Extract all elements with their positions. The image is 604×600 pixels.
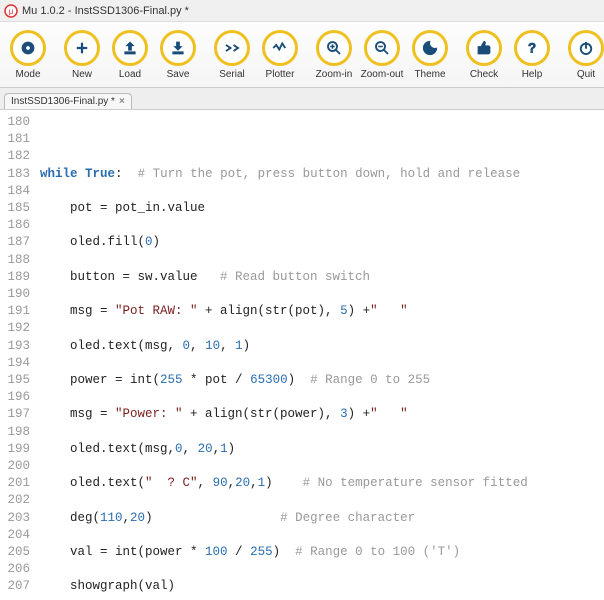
code-line: val = int(power * 100 / 255) # Range 0 t… <box>40 544 604 561</box>
help-icon: ? <box>523 39 541 57</box>
line-number: 204 <box>0 527 30 544</box>
plus-icon <box>73 39 91 57</box>
save-button[interactable]: Save <box>156 30 200 80</box>
zoom-out-icon <box>373 39 391 57</box>
code-line: msg = "Power: " + align(str(power), 3) +… <box>40 406 604 423</box>
line-number: 190 <box>0 286 30 303</box>
line-number: 194 <box>0 355 30 372</box>
quit-button[interactable]: Quit <box>564 30 604 80</box>
line-number: 193 <box>0 338 30 355</box>
window-title: Mu 1.0.2 - InstSSD1306-Final.py * <box>22 5 189 17</box>
file-tab[interactable]: InstSSD1306-Final.py * × <box>4 93 132 109</box>
line-number: 201 <box>0 475 30 492</box>
line-number: 184 <box>0 183 30 200</box>
line-number: 187 <box>0 234 30 251</box>
line-number: 200 <box>0 458 30 475</box>
thumbs-up-icon <box>475 39 493 57</box>
line-number-gutter: 1801811821831841851861871881891901911921… <box>0 110 36 600</box>
mu-app-icon: μ <box>4 4 18 18</box>
code-line: button = sw.value # Read button switch <box>40 269 604 286</box>
zoom-out-button[interactable]: Zoom-out <box>360 30 404 80</box>
code-line: msg = "Pot RAW: " + align(str(pot), 5) +… <box>40 303 604 320</box>
line-number: 207 <box>0 578 30 595</box>
load-button[interactable]: Load <box>108 30 152 80</box>
tab-bar: InstSSD1306-Final.py * × <box>0 88 604 110</box>
line-number: 192 <box>0 320 30 337</box>
line-number: 197 <box>0 406 30 423</box>
code-line <box>40 131 604 148</box>
line-number: 189 <box>0 269 30 286</box>
line-number: 185 <box>0 200 30 217</box>
help-button[interactable]: ? Help <box>510 30 554 80</box>
code-line: showgraph(val) <box>40 578 604 595</box>
code-line: oled.text(msg, 0, 10, 1) <box>40 338 604 355</box>
line-number: 191 <box>0 303 30 320</box>
editor-area[interactable]: 1801811821831841851861871881891901911921… <box>0 110 604 600</box>
code-line: power = int(255 * pot / 65300) # Range 0… <box>40 372 604 389</box>
code-line: oled.text(msg,0, 20,1) <box>40 441 604 458</box>
download-icon <box>169 39 187 57</box>
line-number: 203 <box>0 510 30 527</box>
toolbar: Mode New Load Save Serial Plotter Z <box>0 22 604 88</box>
serial-icon <box>223 39 241 57</box>
line-number: 183 <box>0 166 30 183</box>
line-number: 196 <box>0 389 30 406</box>
plotter-icon <box>271 39 289 57</box>
line-number: 195 <box>0 372 30 389</box>
zoom-in-button[interactable]: Zoom-in <box>312 30 356 80</box>
line-number: 202 <box>0 492 30 509</box>
check-button[interactable]: Check <box>462 30 506 80</box>
line-number: 198 <box>0 424 30 441</box>
line-number: 186 <box>0 217 30 234</box>
code-line: while True: # Turn the pot, press button… <box>40 166 604 183</box>
power-icon <box>577 39 595 57</box>
line-number: 181 <box>0 131 30 148</box>
theme-button[interactable]: Theme <box>408 30 452 80</box>
code-line: deg(110,20) # Degree character <box>40 510 604 527</box>
tab-label: InstSSD1306-Final.py * <box>11 96 115 107</box>
code-line: oled.text(" ? C", 90,20,1) # No temperat… <box>40 475 604 492</box>
code-line: oled.fill(0) <box>40 234 604 251</box>
line-number: 180 <box>0 114 30 131</box>
close-icon[interactable]: × <box>119 96 125 107</box>
mode-icon <box>19 39 37 57</box>
svg-text:μ: μ <box>9 7 14 16</box>
upload-icon <box>121 39 139 57</box>
titlebar: μ Mu 1.0.2 - InstSSD1306-Final.py * <box>0 0 604 22</box>
mode-button[interactable]: Mode <box>6 30 50 80</box>
serial-button[interactable]: Serial <box>210 30 254 80</box>
code-content[interactable]: while True: # Turn the pot, press button… <box>36 110 604 600</box>
svg-text:?: ? <box>528 40 536 55</box>
line-number: 205 <box>0 544 30 561</box>
line-number: 182 <box>0 148 30 165</box>
code-line: pot = pot_in.value <box>40 200 604 217</box>
line-number: 199 <box>0 441 30 458</box>
zoom-in-icon <box>325 39 343 57</box>
theme-icon <box>421 39 439 57</box>
plotter-button[interactable]: Plotter <box>258 30 302 80</box>
new-button[interactable]: New <box>60 30 104 80</box>
line-number: 206 <box>0 561 30 578</box>
line-number: 188 <box>0 252 30 269</box>
